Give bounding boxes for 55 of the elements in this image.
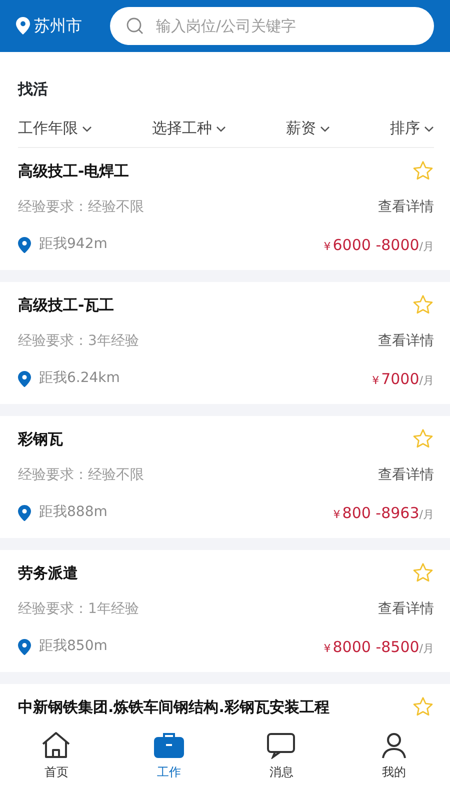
city-selector[interactable]: 苏州市 [16,14,82,38]
nav-tab[interactable]: 我的 [338,725,450,800]
location-pin-icon [18,504,31,521]
caret-icon [424,126,434,132]
distance-text: 距我6.24km [39,369,120,388]
chat-bubble-icon [265,731,298,759]
star-icon[interactable] [412,562,434,584]
filter-dropdown[interactable]: 薪资 [286,117,330,140]
salary-text: ¥6000 -8000/月 [324,234,434,256]
salary-text: ¥800 -8963/月 [333,502,434,524]
distance-text: 距我850m [39,637,108,656]
job-card[interactable]: 高级技工-电焊工 经验要求：经验不限 查看详情 距我942m ¥6000 -8000/月 [0,148,450,270]
details-link[interactable]: 查看详情 [378,464,434,486]
nav-tab[interactable]: 首页 [0,725,112,800]
location-pin-icon [18,236,31,253]
section-title: 找活 [16,79,49,100]
home-icon [40,731,72,759]
distance-text: 距我888m [39,503,108,522]
job-title: 高级技工-电焊工 [18,161,130,182]
star-icon[interactable] [412,428,434,450]
location-pin-icon [16,17,30,35]
briefcase-icon [152,731,185,759]
filter-dropdown[interactable]: 排序 [390,117,434,140]
distance-text: 距我942m [39,235,108,254]
star-icon[interactable] [412,160,434,182]
star-icon[interactable] [412,294,434,316]
search-field[interactable]: 输入岗位/公司关键字 [110,7,434,45]
job-card[interactable]: 彩钢瓦 经验要求：经验不限 查看详情 距我888m ¥800 -8963/月 [0,416,450,538]
experience-text: 经验要求：经验不限 [18,466,144,484]
star-icon[interactable] [412,696,434,718]
job-title: 高级技工-瓦工 [18,295,114,316]
salary-text: ¥7000/月 [372,368,434,390]
job-card[interactable]: 中新钢铁集团.炼铁车间钢结构.彩钢瓦安装工程 [0,684,450,725]
job-title: 中新钢铁集团.炼铁车间钢结构.彩钢瓦安装工程 [18,697,330,718]
job-title: 劳务派遣 [18,563,78,584]
nav-tab[interactable]: 消息 [225,725,338,800]
filter-dropdown[interactable]: 工作年限 [18,117,92,140]
location-pin-icon [18,638,31,655]
details-link[interactable]: 查看详情 [378,598,434,620]
search-icon [126,17,144,35]
experience-text: 经验要求：1年经验 [18,600,139,618]
job-card[interactable]: 劳务派遣 经验要求：1年经验 查看详情 距我850m ¥8000 -8500/月 [0,550,450,672]
caret-icon [216,126,226,132]
location-pin-icon [18,370,31,387]
caret-icon [320,126,330,132]
experience-text: 经验要求：3年经验 [18,332,139,350]
nav-tab[interactable]: 工作 [112,725,225,800]
salary-text: ¥8000 -8500/月 [324,636,434,658]
details-link[interactable]: 查看详情 [378,330,434,352]
filter-dropdown[interactable]: 选择工种 [152,117,226,140]
caret-icon [82,126,92,132]
job-title: 彩钢瓦 [18,429,63,450]
details-link[interactable]: 查看详情 [378,196,434,218]
experience-text: 经验要求：经验不限 [18,198,144,216]
job-card[interactable]: 高级技工-瓦工 经验要求：3年经验 查看详情 距我6.24km ¥7000/月 [0,282,450,404]
